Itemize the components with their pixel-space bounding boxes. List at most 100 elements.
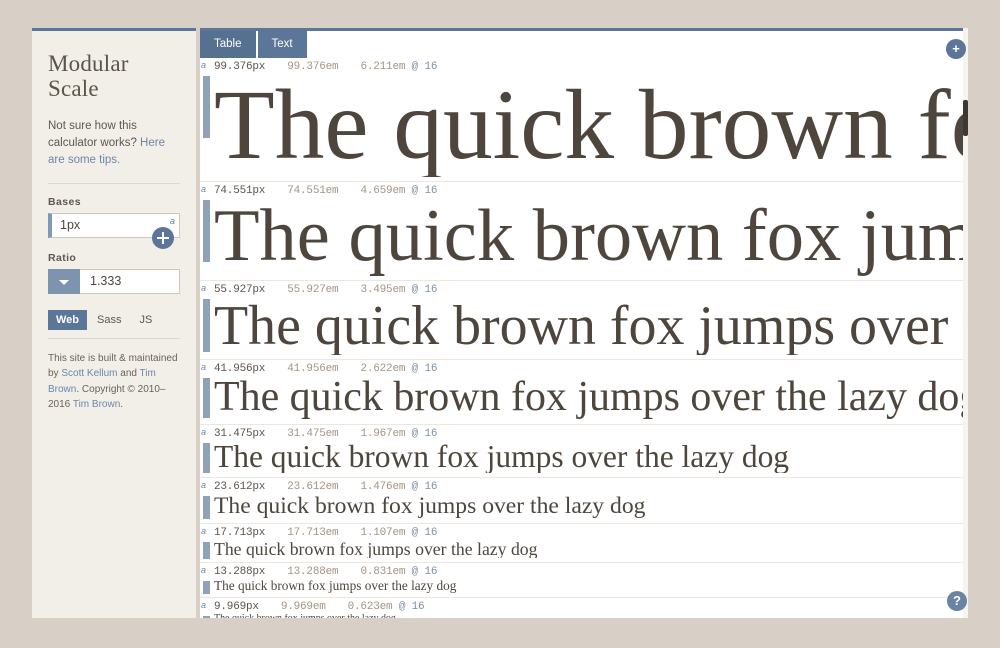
row-metrics: 31.475px 31.475em 1.967em @ 16 bbox=[214, 428, 968, 440]
ratio-label: Ratio bbox=[48, 251, 77, 264]
scale-row[interactable]: a 41.956px 41.956em 2.622em @ 16 The quick b… bbox=[200, 360, 968, 425]
credit-part-2: and bbox=[117, 368, 140, 380]
ratio-select[interactable]: 1.333 bbox=[48, 268, 180, 294]
add-base-button[interactable] bbox=[152, 226, 174, 249]
scale-row[interactable]: a 99.376px 99.376em 6.211em @ 16 The quick b… bbox=[200, 58, 968, 183]
row-size-marker bbox=[203, 298, 210, 352]
tab-text[interactable]: Text bbox=[257, 31, 307, 58]
row-size-marker bbox=[203, 378, 210, 418]
scale-row[interactable]: a 17.713px 17.713em 1.107em @ 16 The quick b… bbox=[200, 524, 968, 564]
row-em-value: 31.475em bbox=[287, 427, 339, 440]
scale-row[interactable]: a 9.969px 9.969em 0.623em @ 16The quick bro… bbox=[200, 598, 968, 618]
scale-row[interactable]: a 74.551px 74.551em 4.659em @ 16 The quick b… bbox=[200, 182, 968, 281]
footer-credit: This site is built & maintained by Scott… bbox=[48, 351, 180, 413]
add-scale-button[interactable]: + bbox=[946, 39, 966, 59]
scrollbar-thumb[interactable] bbox=[963, 100, 968, 136]
row-em-value: 55.927em bbox=[287, 283, 339, 296]
row-px-value: 17.713px bbox=[214, 526, 266, 539]
row-size-marker bbox=[203, 200, 210, 263]
row-base-note: @ 16 bbox=[411, 427, 438, 440]
credit-link-scott-kellum[interactable]: Scott Kellum bbox=[61, 368, 117, 379]
scale-row[interactable]: a 31.475px 31.475em 1.967em @ 16 The quick b… bbox=[200, 425, 968, 479]
row-px-value: 31.475px bbox=[214, 427, 266, 440]
row-rel-value: 1.476em bbox=[360, 481, 406, 494]
sidebar: Modular Scale Not sure how this calculat… bbox=[32, 28, 196, 618]
row-sample-text: The quick brown fox jumps over the lazy … bbox=[214, 74, 968, 178]
row-size-marker bbox=[203, 496, 210, 519]
row-metrics: 17.713px 17.713em 1.107em @ 16 bbox=[214, 527, 968, 539]
tips-text: Not sure how this calculator works? Here… bbox=[48, 118, 180, 169]
row-base-note: @ 16 bbox=[411, 363, 438, 376]
tab-table[interactable]: Table bbox=[200, 31, 256, 58]
row-sample-text: The quick brown fox jumps over the lazy … bbox=[214, 579, 457, 594]
row-em-value: 74.551em bbox=[287, 185, 339, 198]
bases-field-wrap: a bbox=[48, 212, 180, 249]
row-sample-text: The quick brown fox jumps over the lazy … bbox=[214, 440, 790, 474]
row-unit-badge: a bbox=[201, 525, 207, 536]
row-metrics: 13.288px 13.288em 0.831em @ 16 bbox=[214, 566, 968, 578]
row-metrics: 41.956px 41.956em 2.622em @ 16 bbox=[214, 363, 968, 375]
row-size-marker bbox=[203, 541, 210, 559]
help-button[interactable]: ? bbox=[947, 591, 967, 611]
row-em-value: 9.969em bbox=[280, 601, 326, 614]
row-base-note: @ 16 bbox=[411, 481, 438, 494]
row-sample-text: The quick brown fox jumps over the lazy … bbox=[214, 296, 968, 356]
app-window: Modular Scale Not sure how this calculat… bbox=[0, 0, 1000, 648]
row-size-marker bbox=[203, 442, 210, 473]
view-tabs: Table Text bbox=[200, 31, 307, 58]
row-base-note: @ 16 bbox=[411, 61, 438, 73]
row-metrics: 23.612px 23.612em 1.476em @ 16 bbox=[214, 481, 968, 493]
row-em-value: 23.612em bbox=[287, 481, 339, 494]
row-unit-badge: a bbox=[201, 282, 207, 293]
row-base-note: @ 16 bbox=[411, 566, 438, 579]
row-base-note: @ 16 bbox=[411, 185, 438, 198]
row-px-value: 41.956px bbox=[214, 363, 266, 376]
tab-sass[interactable]: Sass bbox=[89, 310, 129, 330]
row-metrics: 99.376px 99.376em 6.211em @ 16 bbox=[214, 61, 968, 73]
row-px-value: 23.612px bbox=[214, 481, 266, 494]
row-unit-badge: a bbox=[201, 600, 207, 611]
scale-row[interactable]: a 23.612px 23.612em 1.476em @ 16 The quick b… bbox=[200, 478, 968, 524]
tips-text-label: Not sure how this calculator works? bbox=[48, 119, 141, 149]
row-rel-value: 6.211em bbox=[360, 61, 406, 73]
row-sample-text: The quick brown fox jumps over the lazy … bbox=[214, 376, 968, 420]
row-rel-value: 3.495em bbox=[360, 283, 406, 296]
credit-link-tim-brown-2[interactable]: Tim Brown bbox=[73, 399, 120, 410]
row-base-note: @ 16 bbox=[411, 283, 438, 296]
row-base-note: @ 16 bbox=[398, 601, 425, 614]
row-em-value: 99.376em bbox=[287, 61, 339, 73]
divider bbox=[48, 182, 180, 184]
bases-label: Bases bbox=[48, 195, 81, 208]
scale-row[interactable]: a 13.288px 13.288em 0.831em @ 16 The quick b… bbox=[200, 563, 968, 599]
row-size-marker bbox=[203, 76, 210, 138]
main-panel: Table Text a 99.376px 99.376em 6.211em @ 16… bbox=[200, 28, 968, 618]
row-px-value: 55.927px bbox=[214, 283, 266, 296]
row-em-value: 17.713em bbox=[287, 526, 339, 539]
row-px-value: 99.376px bbox=[214, 61, 266, 73]
row-unit-badge: a bbox=[201, 184, 207, 195]
row-unit-badge: a bbox=[201, 60, 207, 70]
row-unit-badge: a bbox=[201, 362, 207, 373]
row-sample-text: The quick brown fox jumps over the lazy … bbox=[214, 198, 968, 276]
row-em-value: 13.288em bbox=[287, 566, 339, 579]
row-metrics: 74.551px 74.551em 4.659em @ 16 bbox=[214, 185, 968, 197]
tab-js[interactable]: JS bbox=[132, 310, 161, 330]
row-unit-badge: a bbox=[201, 480, 207, 491]
credit-part-4: . bbox=[120, 399, 124, 411]
row-sample-text: The quick brown fox jumps over the lazy … bbox=[214, 539, 538, 559]
row-sample-text: The quick brown fox jumps over the lazy … bbox=[214, 494, 646, 519]
row-em-value: 41.956em bbox=[287, 363, 339, 376]
output-format-tabs: Web Sass JS bbox=[48, 309, 180, 339]
scale-row-list: a 99.376px 99.376em 6.211em @ 16 The quick b… bbox=[200, 58, 968, 618]
scale-row[interactable]: a 55.927px 55.927em 3.495em @ 16 The quick b… bbox=[200, 281, 968, 361]
row-metrics: 55.927px 55.927em 3.495em @ 16 bbox=[214, 284, 968, 296]
row-rel-value: 0.623em bbox=[347, 601, 393, 614]
row-unit-badge: a bbox=[201, 426, 207, 437]
tab-web[interactable]: Web bbox=[48, 309, 88, 330]
row-px-value: 74.551px bbox=[214, 185, 266, 198]
ratio-value[interactable]: 1.333 bbox=[80, 268, 180, 294]
row-size-marker bbox=[203, 616, 210, 618]
row-metrics: 9.969px 9.969em 0.623em @ 16 bbox=[214, 601, 968, 613]
row-sample-text: The quick brown fox jumps over the lazy … bbox=[214, 614, 968, 618]
chevron-down-icon[interactable] bbox=[48, 268, 80, 294]
